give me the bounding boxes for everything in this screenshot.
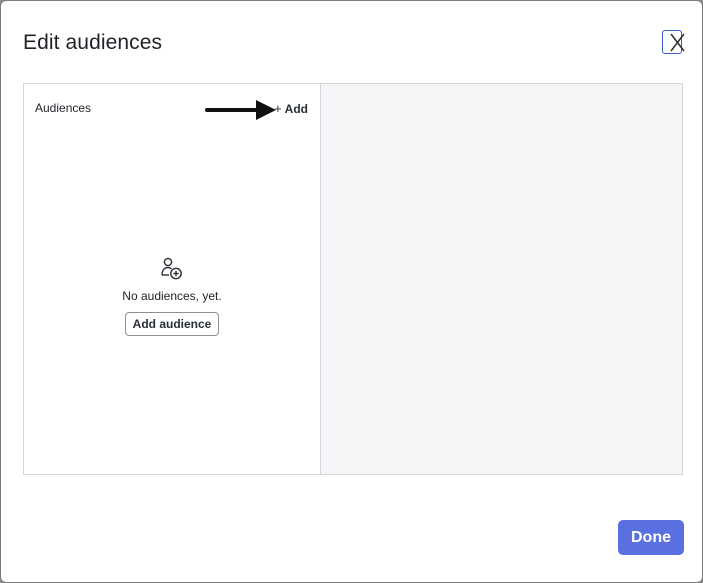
arrow-right-icon [205, 100, 276, 120]
audience-detail-pane [321, 84, 682, 474]
add-audience-button[interactable]: Add audience [124, 312, 220, 336]
close-x-icon [670, 33, 685, 52]
plus-icon: + [274, 101, 282, 116]
add-link[interactable]: + Add [274, 101, 308, 116]
audiences-panel: Audiences + Add No audiences, yet. Add a… [23, 83, 683, 475]
edit-audiences-dialog: Edit audiences Audiences + Add No audien… [0, 0, 703, 583]
dialog-title: Edit audiences [23, 31, 163, 54]
audiences-list-pane: Audiences + Add No audiences, yet. Add a… [24, 84, 321, 474]
person-add-icon [161, 257, 182, 280]
close-button[interactable] [662, 30, 685, 54]
audiences-header: Audiences [35, 101, 92, 115]
add-link-label: Add [284, 101, 308, 116]
empty-message: No audiences, yet. [122, 289, 222, 303]
done-button[interactable]: Done [618, 520, 684, 555]
empty-state: No audiences, yet. Add audience [24, 256, 320, 336]
